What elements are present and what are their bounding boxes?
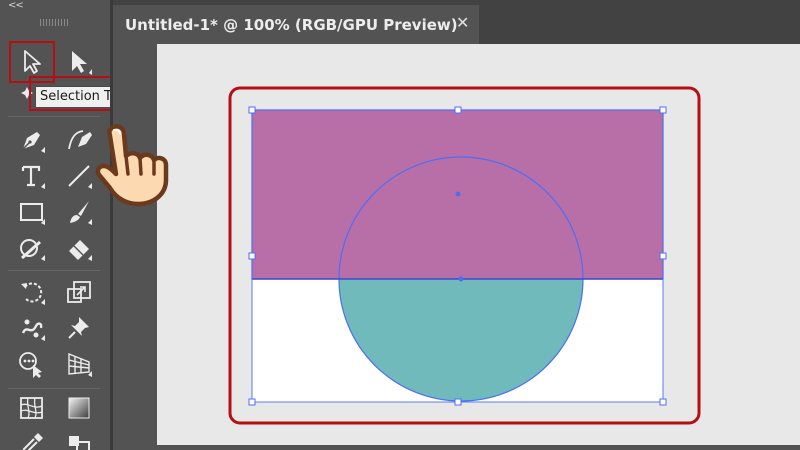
handle-middle-left[interactable] [248,252,256,260]
pointer-hand-icon [95,124,169,207]
handle-top-left[interactable] [248,106,256,114]
handle-bottom-right[interactable] [659,398,667,406]
illustrator-window: << Selection Tool (V) Untitled-1* @ 100%… [0,0,800,450]
handle-top-right[interactable] [659,106,667,114]
circle-center-point [458,276,464,282]
artwork-layer [228,86,701,425]
handle-top-center[interactable] [454,106,462,114]
handle-bottom-center[interactable] [454,398,462,406]
handle-bottom-left[interactable] [248,398,256,406]
rectangle-center-point [455,191,461,197]
handle-middle-right[interactable] [659,252,667,260]
